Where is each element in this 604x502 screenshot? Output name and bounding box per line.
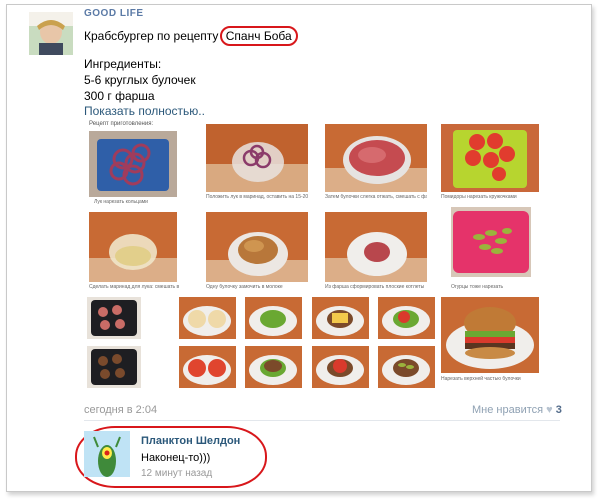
recipe-photo-marinating-onion[interactable] (206, 124, 308, 192)
ingredient-item: 5-6 круглых булочек (84, 73, 196, 87)
group-name[interactable]: GOOD LIFE (84, 8, 144, 19)
recipe-photo-marinade[interactable] (89, 212, 177, 282)
photo-caption: Лук нарезать кольцами (94, 199, 148, 205)
ingredient-item: 300 г фарша (84, 89, 155, 103)
photo-caption: Сделать маринад для лука: смешать воду, … (89, 284, 179, 290)
photo-caption: Положить лук в маринад, оставить на 15-2… (206, 194, 308, 200)
photo-caption: Нарезать верхней частью булочки (441, 376, 521, 382)
recipe-label: Рецепт приготовления: (89, 121, 154, 127)
like-label: Мне нравится (472, 404, 544, 416)
recipe-photo-tomato-halves[interactable] (179, 346, 236, 388)
photo-caption: Из фарша сформировать плоские котлеты (325, 284, 425, 290)
recipe-photo-tomato-on-patty[interactable] (378, 297, 435, 339)
recipe-photo-lettuce-on-bun[interactable] (245, 297, 302, 339)
heart-icon: ♥ (546, 404, 553, 416)
photo-caption: Затем булочки слегка отжать, смешать с ф… (325, 194, 427, 200)
recipe-photo-bun-halves[interactable] (179, 297, 236, 339)
recipe-photo-minced-meat[interactable] (325, 124, 427, 192)
show-more-link[interactable]: Показать полностью.. (84, 104, 205, 118)
recipe-photo-stacked-bun[interactable] (245, 346, 302, 388)
post-title-prefix: Крабсбургер по рецепту (84, 29, 219, 43)
recipe-photo-patty[interactable] (325, 212, 427, 282)
post-title-highlight: Спанч Боба (219, 26, 298, 46)
divider (84, 420, 560, 421)
recipe-photo-frying-patties[interactable] (87, 297, 141, 339)
comment-text: Наконец-то))) (141, 452, 211, 464)
photo-caption: Одну булочку замочить в молоке (206, 284, 283, 290)
commenter-name[interactable]: Планктон Шелдон (141, 435, 240, 447)
photo-caption: Помидоры нарезать кружочками (441, 194, 517, 200)
photo-caption: Огурцы тоже нарезать (451, 284, 504, 290)
recipe-photo-pickles-layer[interactable] (378, 346, 435, 388)
like-button[interactable]: Мне нравится ♥ 3 (472, 404, 562, 416)
like-count: 3 (555, 404, 562, 416)
recipe-photo-finished-burger[interactable] (441, 297, 539, 373)
recipe-photo-sliced-tomatoes[interactable] (441, 124, 539, 192)
comment-time[interactable]: 12 минут назад (141, 468, 212, 479)
post-title: Крабсбургер по рецепту Спанч Боба (84, 26, 298, 46)
recipe-photo-tomato-layer[interactable] (312, 346, 369, 388)
commenter-avatar[interactable] (84, 431, 130, 477)
recipe-photo-fried-patties[interactable] (87, 346, 141, 388)
group-avatar[interactable] (29, 12, 73, 55)
recipe-photo-sliced-cucumbers[interactable] (451, 207, 531, 277)
recipe-photo-soaked-bun[interactable] (206, 212, 308, 282)
ingredients-heading: Ингредиенты: (84, 57, 162, 71)
recipe-photo-cheese-on-patty[interactable] (312, 297, 369, 339)
recipe-photo-onion-rings[interactable] (89, 131, 177, 197)
post-date[interactable]: сегодня в 2:04 (84, 404, 157, 416)
